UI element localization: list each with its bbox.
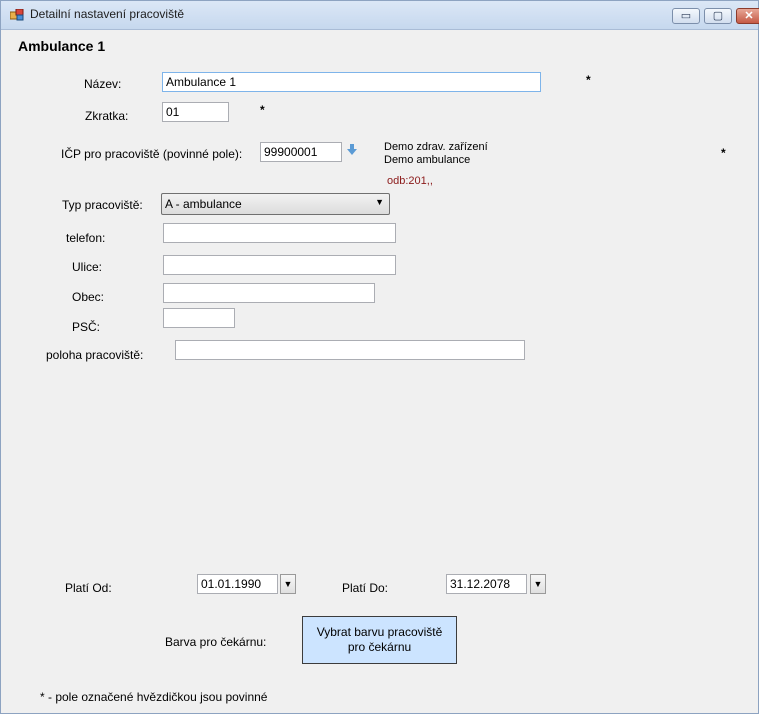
name-label: Název:	[84, 77, 122, 91]
app-icon	[10, 9, 24, 21]
settings-window: Detailní nastavení pracoviště ▭ ▢ ✕ Ambu…	[0, 0, 759, 714]
icp-required-marker: *	[721, 146, 726, 160]
location-label: poloha pracoviště:	[46, 348, 144, 362]
abbreviation-input[interactable]: 01	[162, 102, 229, 122]
type-select-value: A - ambulance	[165, 197, 242, 211]
valid-to-dropdown[interactable]: ▼	[530, 574, 546, 594]
required-fields-note: * - pole označené hvězdičkou jsou povinn…	[40, 690, 268, 704]
street-label: Ulice:	[72, 260, 103, 274]
choose-color-button-label: Vybrat barvu pracoviště pro čekárnu	[316, 625, 443, 654]
phone-input[interactable]	[163, 223, 396, 243]
name-required-marker: *	[586, 73, 591, 87]
color-label: Barva pro čekárnu:	[165, 635, 267, 649]
abbreviation-label: Zkratka:	[85, 109, 129, 123]
zip-label: PSČ:	[72, 320, 101, 334]
page-title: Ambulance 1	[18, 38, 106, 54]
chevron-down-icon: ▼	[533, 579, 543, 589]
icp-info-department: Demo ambulance	[384, 154, 471, 166]
phone-label: telefon:	[66, 231, 106, 245]
location-input[interactable]	[175, 340, 525, 360]
icp-info-odb: odb:201,,	[387, 175, 433, 187]
chevron-down-icon: ▼	[283, 579, 293, 589]
street-input[interactable]	[163, 255, 396, 275]
valid-from-dropdown[interactable]: ▼	[280, 574, 296, 594]
minimize-button[interactable]: ▭	[672, 8, 700, 24]
icp-input[interactable]: 99900001	[260, 142, 342, 162]
choose-color-button[interactable]: Vybrat barvu pracoviště pro čekárnu	[302, 616, 457, 664]
valid-from-label: Platí Od:	[65, 581, 112, 595]
type-label: Typ pracoviště:	[62, 198, 143, 212]
arrow-down-icon[interactable]	[347, 144, 357, 156]
title-bar[interactable]: Detailní nastavení pracoviště ▭ ▢ ✕	[1, 1, 759, 30]
valid-to-label: Platí Do:	[342, 581, 389, 595]
icp-label: IČP pro pracoviště (povinné pole):	[61, 147, 243, 161]
city-input[interactable]	[163, 283, 375, 303]
name-input[interactable]: Ambulance 1	[162, 72, 541, 92]
close-button[interactable]: ✕	[736, 8, 759, 24]
abbreviation-required-marker: *	[260, 103, 265, 117]
maximize-button[interactable]: ▢	[704, 8, 732, 24]
valid-from-input[interactable]: 01.01.1990	[197, 574, 278, 594]
type-select[interactable]: A - ambulance ▼	[161, 193, 390, 215]
icp-info-facility: Demo zdrav. zařízení	[384, 141, 488, 153]
window-title: Detailní nastavení pracoviště	[30, 7, 185, 21]
zip-input[interactable]	[163, 308, 235, 328]
chevron-down-icon: ▼	[375, 197, 384, 207]
valid-to-input[interactable]: 31.12.2078	[446, 574, 527, 594]
city-label: Obec:	[72, 290, 105, 304]
